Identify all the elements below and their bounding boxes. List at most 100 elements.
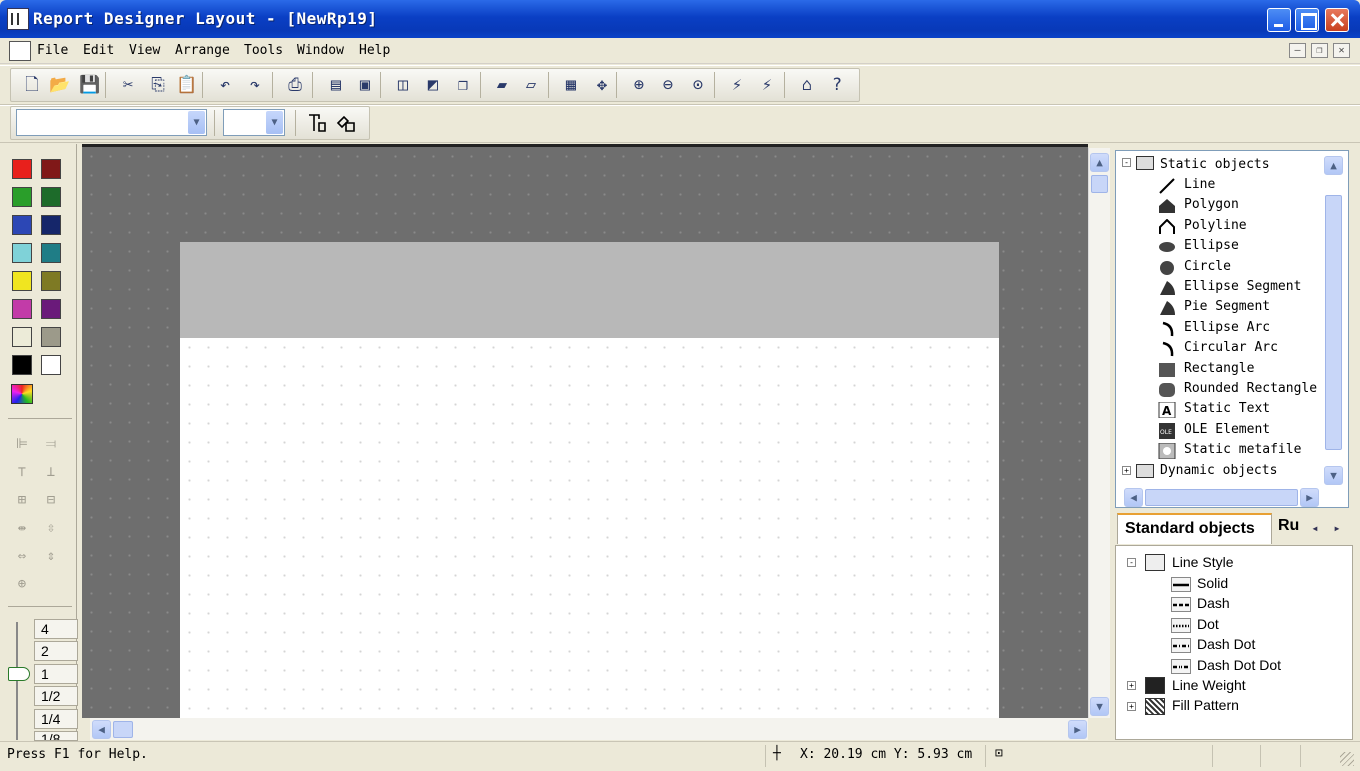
tree-group-dynamic[interactable]: Dynamic objects [1160, 463, 1277, 478]
same-width-icon[interactable]: ⇔ [11, 546, 33, 566]
zoom-level-4[interactable]: 4 [34, 619, 78, 639]
scroll-right-icon[interactable]: ▶ [1068, 720, 1087, 739]
color-swatch[interactable] [12, 299, 32, 319]
color-swatch[interactable] [41, 243, 61, 263]
vertical-scroll-thumb[interactable] [1091, 175, 1108, 193]
text-tool-icon[interactable] [305, 111, 329, 135]
zoom-level-2[interactable]: 2 [34, 641, 78, 661]
font-combo[interactable]: ▼ [16, 109, 207, 136]
tab-prev-icon[interactable]: ◂ [1305, 518, 1325, 538]
align-bottom-icon[interactable]: ⊥ [40, 462, 62, 482]
tree-group-static[interactable]: Static objects [1160, 157, 1270, 172]
align-left-icon[interactable]: ⊫ [11, 434, 33, 454]
page-header-band[interactable] [180, 242, 999, 338]
color-swatch[interactable] [41, 327, 61, 347]
mdi-minimize-icon[interactable]: – [1289, 43, 1306, 58]
maximize-button[interactable] [1295, 8, 1319, 32]
scroll-down-icon[interactable]: ▼ [1090, 697, 1109, 716]
vertical-scrollbar[interactable] [1088, 148, 1110, 718]
color-swatch[interactable] [12, 355, 32, 375]
bring-forward-icon[interactable]: ◫ [391, 73, 415, 97]
custom-color-icon[interactable] [11, 384, 33, 404]
zoom-level-1-8[interactable]: 1/8 [34, 731, 78, 741]
send-backward-icon[interactable]: ◩ [421, 73, 445, 97]
cut-icon[interactable]: ✂ [116, 73, 140, 97]
zoom-out-icon[interactable]: ⊖ [656, 73, 680, 97]
tab-next-icon[interactable]: ▸ [1327, 518, 1347, 538]
save-icon[interactable]: 💾 [78, 73, 102, 97]
tree-line-weight[interactable]: Line Weight [1172, 677, 1246, 693]
page-setup-icon[interactable]: ▤ [324, 73, 348, 97]
snap-icon[interactable]: ✥ [590, 73, 614, 97]
line-style-item[interactable]: Dash Dot [1197, 636, 1255, 652]
align-top-icon[interactable]: ⊤ [11, 462, 33, 482]
document-icon[interactable] [9, 41, 31, 61]
app-icon[interactable] [7, 8, 29, 30]
tree-item[interactable]: Rounded Rectangle [1184, 381, 1317, 396]
format-painter-icon[interactable] [334, 111, 358, 135]
menu-tools[interactable]: Tools [244, 43, 283, 58]
expand-icon[interactable]: - [1122, 158, 1131, 167]
print-icon[interactable]: ⎙ [283, 73, 307, 97]
collapse-icon[interactable]: - [1127, 558, 1136, 567]
resize-grip-icon[interactable] [1340, 752, 1354, 766]
to-front-icon[interactable]: ▰ [490, 73, 514, 97]
chevron-down-icon[interactable]: ▼ [266, 111, 283, 134]
tab-ru[interactable]: Ru [1274, 515, 1304, 543]
tree-item[interactable]: Ellipse Segment [1184, 279, 1301, 294]
horizontal-scrollbar[interactable] [90, 718, 1088, 740]
tree-scroll-thumb[interactable] [1325, 195, 1342, 450]
tree-item[interactable]: Polyline [1184, 218, 1247, 233]
print-preview-icon[interactable]: ▣ [353, 73, 377, 97]
menu-arrange[interactable]: Arrange [175, 43, 230, 58]
color-swatch[interactable] [12, 327, 32, 347]
scroll-right-icon[interactable]: ▶ [1300, 488, 1319, 507]
tree-item[interactable]: Polygon [1184, 197, 1239, 212]
menu-edit[interactable]: Edit [83, 43, 114, 58]
color-swatch[interactable] [12, 215, 32, 235]
scroll-down-icon[interactable]: ▼ [1324, 466, 1343, 485]
menu-window[interactable]: Window [297, 43, 344, 58]
tree-item[interactable]: Line [1184, 177, 1215, 192]
open-icon[interactable]: 📂 [48, 73, 72, 97]
color-swatch[interactable] [41, 159, 61, 179]
line-style-item[interactable]: Dash [1197, 595, 1230, 611]
align-right-icon[interactable]: ⫤ [40, 434, 62, 454]
page-body[interactable] [180, 338, 999, 718]
copy-icon[interactable]: ⎘ [146, 73, 170, 97]
zoom-slider-track[interactable] [16, 622, 18, 740]
line-style-item[interactable]: Dash Dot Dot [1197, 657, 1281, 673]
help-icon[interactable]: ? [825, 73, 849, 97]
center-page-icon[interactable]: ⊕ [11, 574, 33, 594]
zoom-level-1-2[interactable]: 1/2 [34, 686, 78, 706]
zoom-level-1[interactable]: 1 [34, 664, 78, 684]
wand-icon[interactable]: ⚡ [725, 73, 749, 97]
zoom-level-1-4[interactable]: 1/4 [34, 709, 78, 729]
mdi-restore-icon[interactable]: ❐ [1311, 43, 1328, 58]
color-swatch[interactable] [41, 355, 61, 375]
space-vertical-icon[interactable]: ⇳ [40, 518, 62, 538]
minimize-button[interactable] [1267, 8, 1291, 32]
tree-item[interactable]: Pie Segment [1184, 299, 1270, 314]
menu-help[interactable]: Help [359, 43, 390, 58]
tree-item[interactable]: Ellipse Arc [1184, 320, 1270, 335]
zoom-slider-thumb[interactable] [8, 667, 30, 681]
tree-fill-pattern[interactable]: Fill Pattern [1172, 697, 1239, 713]
tab-standard-objects[interactable]: Standard objects [1117, 513, 1272, 544]
center-horizontal-icon[interactable]: ⊞ [11, 490, 33, 510]
properties-icon[interactable]: ⌂ [795, 73, 819, 97]
color-swatch[interactable] [12, 271, 32, 291]
tree-item[interactable]: Static metafile [1184, 442, 1301, 457]
tree-item[interactable]: Circle [1184, 259, 1231, 274]
scroll-up-icon[interactable]: ▲ [1090, 153, 1109, 172]
tree-item[interactable]: OLE Element [1184, 422, 1270, 437]
tree-line-style[interactable]: Line Style [1172, 554, 1233, 570]
chevron-down-icon[interactable]: ▼ [188, 111, 205, 134]
tree-item[interactable]: Rectangle [1184, 361, 1254, 376]
zoom-fit-icon[interactable]: ⊙ [686, 73, 710, 97]
tree-item[interactable]: Circular Arc [1184, 340, 1278, 355]
paste-icon[interactable]: 📋 [175, 73, 199, 97]
scroll-left-icon[interactable]: ◀ [1124, 488, 1143, 507]
scroll-up-icon[interactable]: ▲ [1324, 156, 1343, 175]
expand-icon[interactable]: + [1127, 681, 1136, 690]
